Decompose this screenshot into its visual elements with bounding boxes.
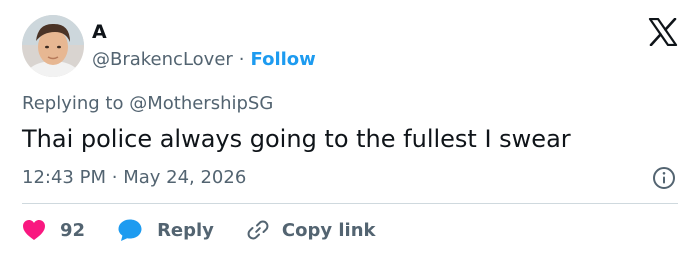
follow-button[interactable]: Follow — [251, 49, 316, 70]
tweet-text: Thai police always going to the fullest … — [22, 125, 571, 153]
author-handle-row: @BrakencLover · Follow — [92, 48, 316, 72]
link-icon — [246, 218, 270, 242]
reply-context: Replying to @MothershipSG — [22, 92, 273, 116]
reply-bubble-icon — [117, 218, 143, 242]
like-count: 92 — [60, 219, 86, 241]
reply-button[interactable]: Reply — [117, 218, 214, 242]
reply-context-prefix: Replying to — [22, 93, 124, 114]
reply-context-mention[interactable]: @MothershipSG — [129, 93, 273, 114]
action-bar: 92 Reply Copy link — [22, 217, 376, 243]
avatar-image — [22, 15, 84, 77]
x-logo-icon[interactable] — [648, 18, 678, 46]
reply-label: Reply — [157, 219, 214, 241]
tweet-date: May 24, 2026 — [123, 167, 247, 188]
handle-separator: · — [238, 49, 245, 70]
tweet-time: 12:43 PM — [22, 167, 106, 188]
timestamp-separator: · — [111, 167, 118, 188]
author-handle[interactable]: @BrakencLover — [92, 49, 233, 70]
copy-link-label: Copy link — [281, 219, 376, 241]
like-button[interactable]: 92 — [22, 219, 85, 241]
copy-link-button[interactable]: Copy link — [246, 218, 376, 242]
avatar[interactable] — [22, 15, 84, 77]
info-icon[interactable] — [652, 166, 676, 190]
author-name[interactable]: A — [92, 20, 107, 44]
heart-icon — [22, 219, 46, 241]
divider — [22, 203, 678, 204]
tweet-timestamp[interactable]: 12:43 PM · May 24, 2026 — [22, 166, 246, 190]
